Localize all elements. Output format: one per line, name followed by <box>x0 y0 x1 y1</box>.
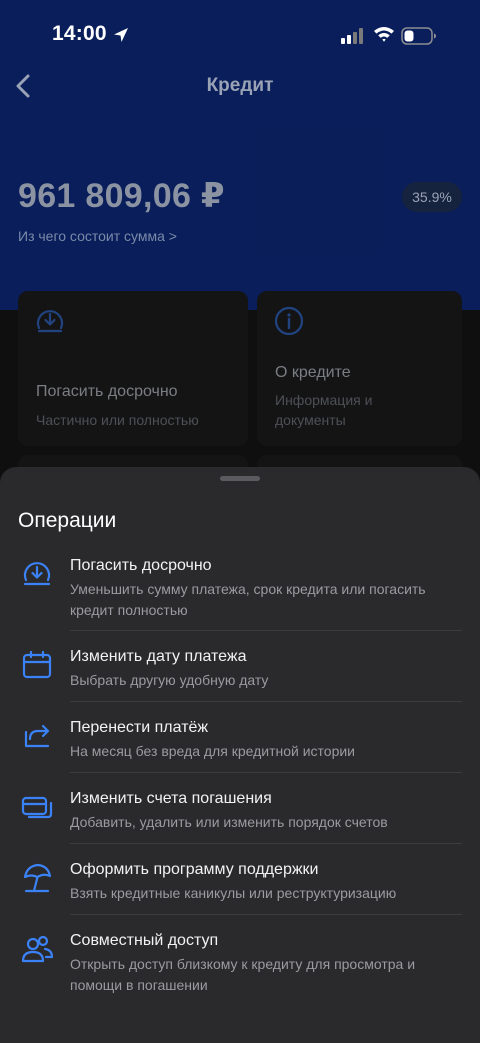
early-repay-icon <box>23 562 51 586</box>
operation-change-accounts[interactable]: Изменить счета погашения Добавить, удали… <box>0 790 480 840</box>
operation-title: Изменить счета погашения <box>70 790 272 807</box>
loan-amount: 961 809,06 ₽ <box>18 177 225 215</box>
operation-support-program[interactable]: Оформить программу поддержки Взять креди… <box>0 861 480 911</box>
operation-postpone-payment[interactable]: Перенести платёж На месяц без вреда для … <box>0 719 480 769</box>
operation-subtitle: Уменьшить сумму платежа, срок кредита ил… <box>70 581 426 618</box>
sheet-title: Операции <box>18 509 117 532</box>
operation-subtitle: На месяц без вреда для кредитной истории <box>70 743 355 759</box>
status-bar: 14:00 <box>0 18 480 54</box>
calendar-icon <box>22 650 52 679</box>
divider <box>70 772 462 773</box>
operation-shared-access[interactable]: Совместный доступ Открыть доступ близком… <box>0 932 480 1002</box>
status-time: 14:00 <box>52 22 107 45</box>
operation-title: Совместный доступ <box>70 932 219 949</box>
users-icon <box>21 935 54 963</box>
operation-title: Погасить досрочно <box>70 557 212 574</box>
operation-early-repay[interactable]: Погасить досрочно Уменьшить сумму платеж… <box>0 557 480 627</box>
forward-arrow-icon <box>24 724 50 748</box>
divider <box>70 843 462 844</box>
operation-subtitle: Выбрать другую удобную дату <box>70 672 269 688</box>
cellular-signal-icon <box>341 28 363 44</box>
rate-badge: 35.9% <box>402 182 462 212</box>
operation-title: Изменить дату платежа <box>70 648 247 665</box>
operation-subtitle: Взять кредитные каникулы или реструктури… <box>70 885 397 901</box>
operation-title: Оформить программу поддержки <box>70 861 319 878</box>
sheet-grabber[interactable] <box>220 476 260 481</box>
battery-icon <box>401 27 436 45</box>
divider <box>70 630 462 631</box>
operation-subtitle: Открыть доступ близкому к кредиту для пр… <box>70 956 416 993</box>
loan-info-card[interactable]: О кредите Информация и документы <box>257 291 462 446</box>
umbrella-icon <box>23 863 52 893</box>
location-arrow-icon <box>114 28 128 42</box>
early-repay-card[interactable]: Погасить досрочно Частично или полностью <box>18 291 248 446</box>
operations-sheet: Операции Погасить досрочно Уменьшить сум… <box>0 467 480 1043</box>
page-title: Кредит <box>206 75 274 96</box>
amount-breakdown-link[interactable]: Из чего состоит сумма > <box>18 228 177 244</box>
divider <box>70 914 462 915</box>
operation-title: Перенести платёж <box>70 719 209 736</box>
operation-change-date[interactable]: Изменить дату платежа Выбрать другую удо… <box>0 648 480 698</box>
cards-icon <box>21 796 53 819</box>
divider <box>70 701 462 702</box>
wifi-icon <box>374 27 394 42</box>
operation-subtitle: Добавить, удалить или изменить порядок с… <box>70 814 388 830</box>
